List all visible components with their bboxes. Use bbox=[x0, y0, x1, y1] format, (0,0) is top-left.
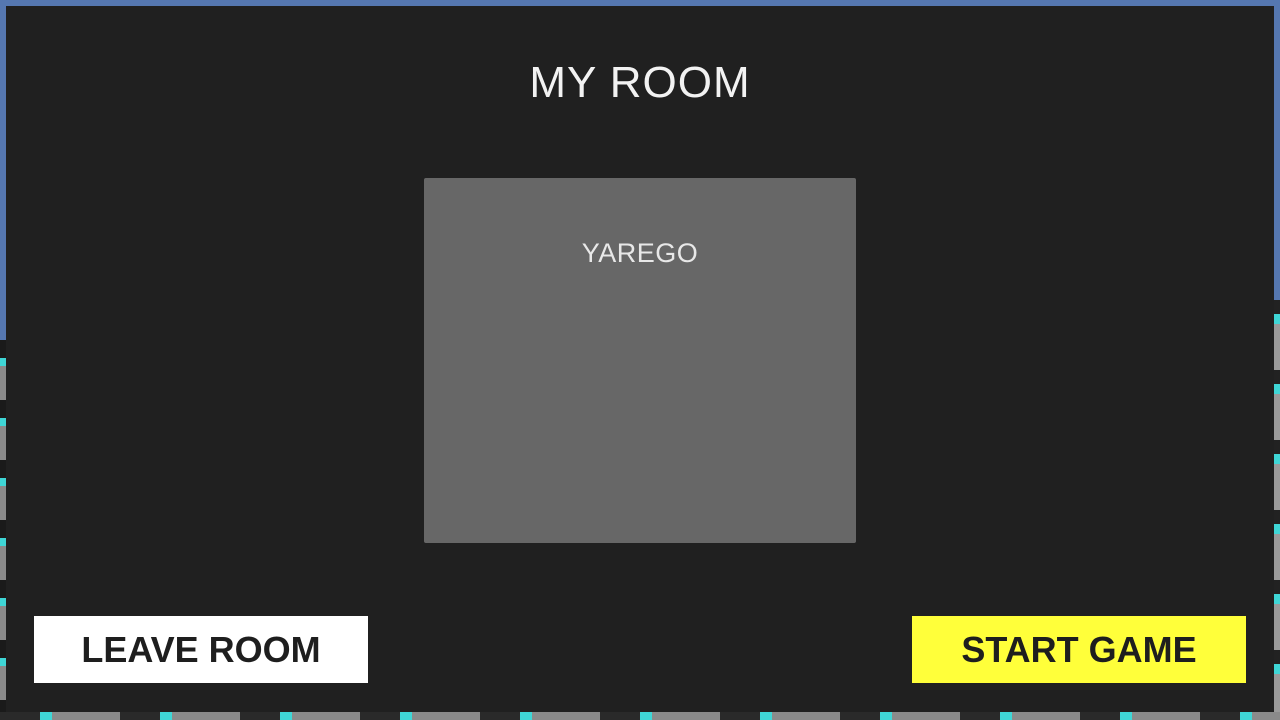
player-name: YAREGO bbox=[581, 238, 699, 268]
room-title: MY ROOM bbox=[529, 58, 751, 107]
background-scenery-bottom bbox=[0, 712, 1280, 720]
start-game-button[interactable]: START GAME bbox=[912, 616, 1246, 683]
room-panel: MY ROOM YAREGO LEAVE ROOM START GAME bbox=[6, 6, 1274, 712]
leave-room-button[interactable]: LEAVE ROOM bbox=[34, 616, 368, 683]
player-list: YAREGO bbox=[424, 178, 856, 543]
